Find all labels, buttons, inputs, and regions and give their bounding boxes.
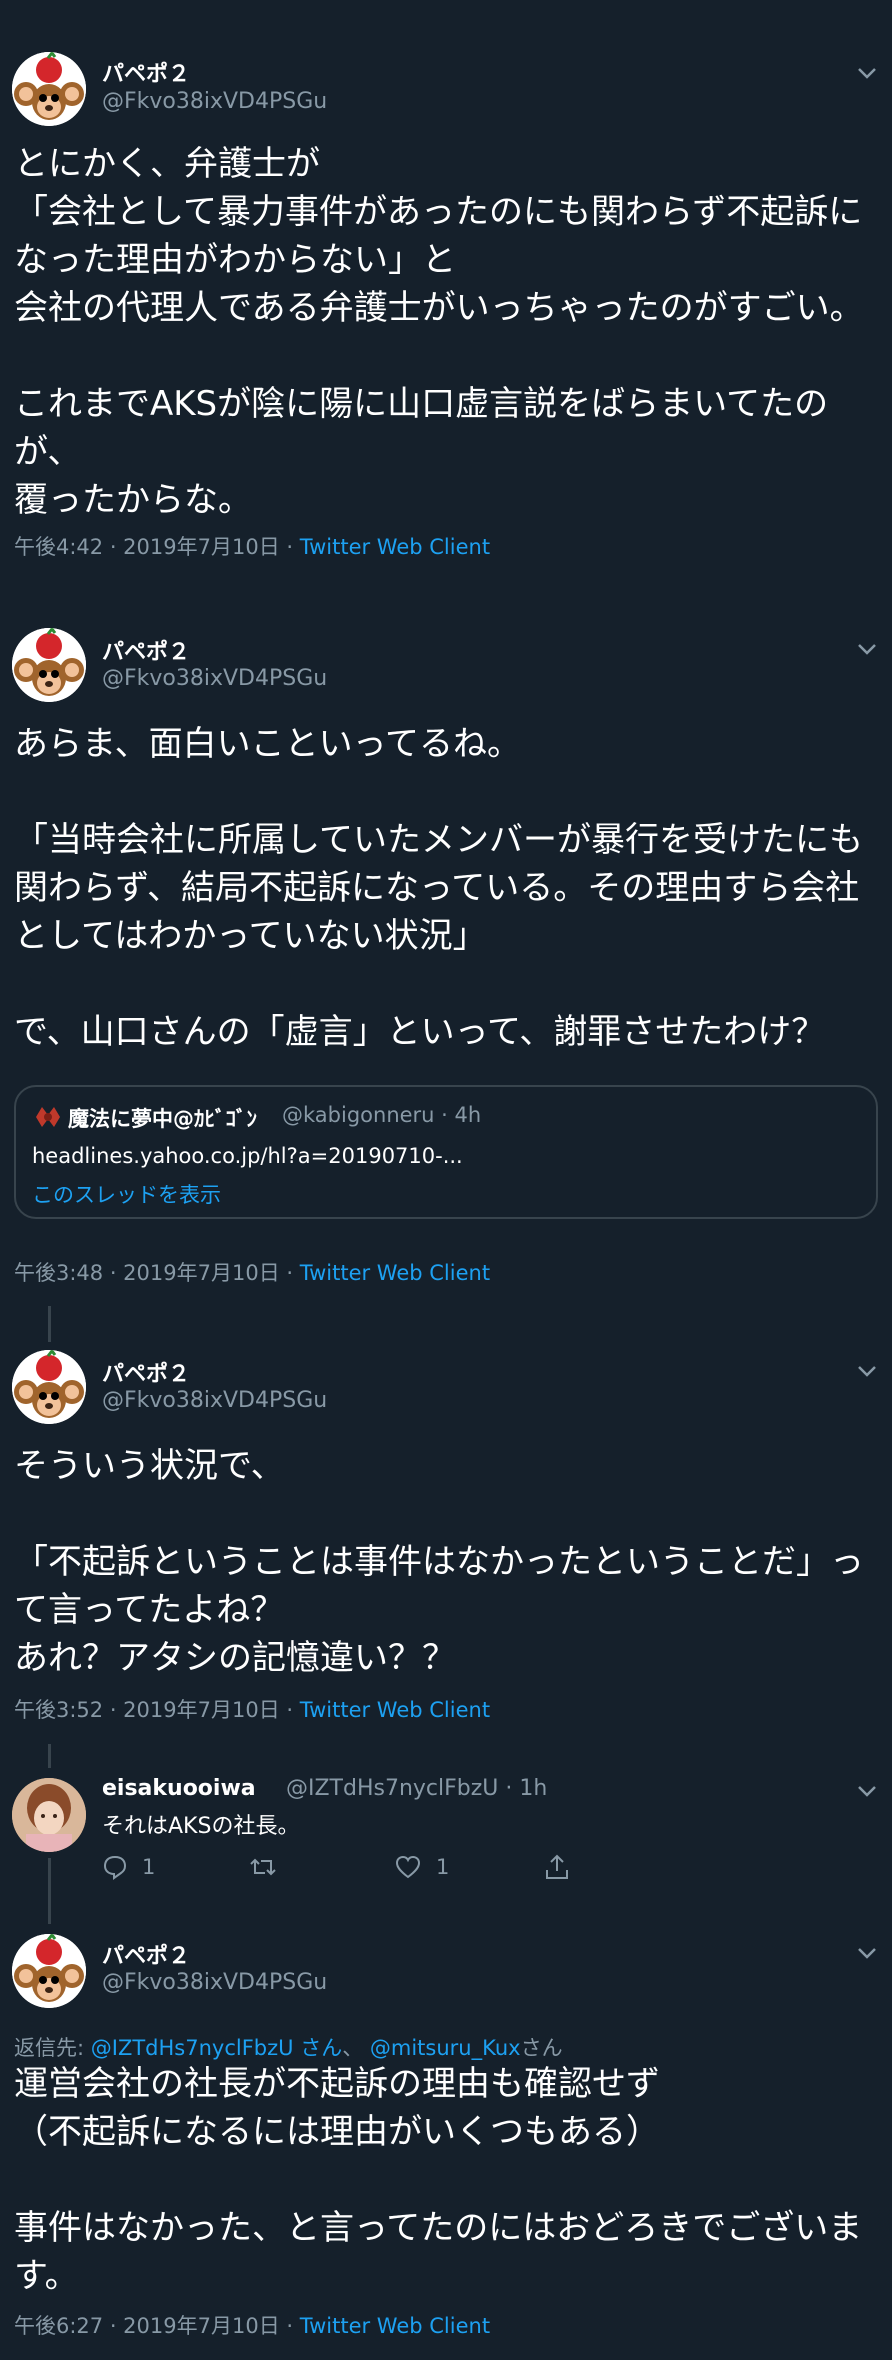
replying-to: 返信先: @IZTdHs7nyclFbzU さん、 @mitsuru_Kuxさん — [14, 2032, 563, 2062]
user-avatar[interactable] — [12, 52, 86, 126]
quoted-user-handle: @kabigonneru · 4h — [282, 1103, 482, 1127]
mention-suffix: さん — [520, 2036, 563, 2060]
chevron-down-icon[interactable] — [856, 642, 878, 656]
reply-action[interactable]: 1 — [102, 1852, 155, 1882]
replying-to-label: 返信先: — [14, 2036, 91, 2060]
quoted-tweet[interactable]: 魔法に夢中@ｶﾋﾞｺﾞﾝ @kabigonneru · 4h headlines… — [14, 1085, 878, 1219]
chevron-down-icon[interactable] — [856, 1364, 878, 1378]
photo-avatar-icon — [12, 1778, 86, 1852]
chevron-down-icon[interactable] — [856, 1784, 878, 1798]
reply-count: 1 — [142, 1855, 156, 1879]
cheburashka-avatar-icon — [12, 52, 86, 126]
cheburashka-avatar-icon — [12, 628, 86, 702]
user-handle[interactable]: @Fkvo38ixVD4PSGu — [102, 89, 327, 114]
retweet-icon — [250, 1858, 276, 1876]
timestamp-text[interactable]: 午後3:48 · 2019年7月10日 · — [14, 1261, 300, 1285]
cheburashka-avatar-icon — [12, 1350, 86, 1424]
thread-connector — [48, 1306, 51, 1342]
source-link[interactable]: Twitter Web Client — [300, 2314, 490, 2338]
tweet-timestamp: 午後6:27 · 2019年7月10日 · Twitter Web Client — [14, 2310, 490, 2340]
user-handle[interactable]: @Fkvo38ixVD4PSGu — [102, 666, 327, 691]
share-action[interactable] — [544, 1852, 584, 1882]
reply-user-handle[interactable]: @IZTdHs7nyclFbzU · 1h — [286, 1776, 547, 1801]
tweet-feed: パペポ２ @Fkvo38ixVD4PSGu とにかく、弁護士が 「会社として暴力… — [0, 0, 892, 2360]
chevron-down-icon[interactable] — [856, 1946, 878, 1960]
timestamp-text[interactable]: 午後6:27 · 2019年7月10日 · — [14, 2314, 300, 2338]
user-avatar[interactable] — [12, 1934, 86, 2008]
tweet-text: とにかく、弁護士が 「会社として暴力事件があったのにも関わらず不起訴に なった理… — [14, 144, 864, 520]
tweet-text: 運営会社の社長が不起訴の理由も確認せず （不起訴になるには理由がいくつもある） … — [14, 2064, 863, 2296]
tweet-timestamp: 午後3:52 · 2019年7月10日 · Twitter Web Client — [14, 1694, 490, 1724]
reply-text: それはAKSの社長。 — [102, 1814, 300, 1839]
reply-user-avatar[interactable] — [12, 1778, 86, 1852]
user-handle[interactable]: @Fkvo38ixVD4PSGu — [102, 1970, 327, 1995]
show-thread-link[interactable]: このスレッドを表示 — [32, 1179, 221, 1209]
tweet-timestamp: 午後3:48 · 2019年7月10日 · Twitter Web Client — [14, 1257, 490, 1287]
timestamp-text[interactable]: 午後3:52 · 2019年7月10日 · — [14, 1698, 300, 1722]
mention-separator: 、 — [342, 2036, 370, 2060]
tweet-text: あらま、面白いこといってるね。 「当時会社に所属していたメンバーが暴行を受けたに… — [14, 724, 863, 1052]
user-avatar[interactable] — [12, 628, 86, 702]
like-action[interactable]: 1 — [394, 1852, 449, 1882]
user-avatar[interactable] — [12, 1350, 86, 1424]
quoted-user-avatar-icon — [36, 1107, 60, 1127]
tweet-timestamp: 午後4:42 · 2019年7月10日 · Twitter Web Client — [14, 531, 490, 561]
display-name[interactable]: パペポ２ — [102, 1938, 190, 1970]
display-name[interactable]: パペポ２ — [102, 634, 190, 666]
source-link[interactable]: Twitter Web Client — [300, 1261, 490, 1285]
share-icon — [546, 1854, 568, 1879]
retweet-action[interactable] — [248, 1852, 292, 1882]
reply-display-name[interactable]: eisakuooiwa — [102, 1776, 256, 1801]
reply-icon — [103, 1855, 127, 1880]
user-handle[interactable]: @Fkvo38ixVD4PSGu — [102, 1388, 327, 1413]
mention-link[interactable]: @IZTdHs7nyclFbzU さん — [91, 2036, 342, 2060]
timestamp-text[interactable]: 午後4:42 · 2019年7月10日 · — [14, 535, 300, 559]
source-link[interactable]: Twitter Web Client — [300, 535, 490, 559]
heart-icon — [395, 1855, 421, 1879]
like-count: 1 — [436, 1855, 450, 1879]
quoted-display-name: 魔法に夢中@ｶﾋﾞｺﾞﾝ — [68, 1107, 257, 1131]
cheburashka-avatar-icon — [12, 1934, 86, 2008]
thread-connector — [48, 1858, 51, 1924]
display-name[interactable]: パペポ２ — [102, 1356, 190, 1388]
quoted-url[interactable]: headlines.yahoo.co.jp/hl?a=20190710-... — [32, 1144, 463, 1168]
chevron-down-icon[interactable] — [856, 66, 878, 80]
thread-connector — [48, 1744, 51, 1768]
mention-link[interactable]: @mitsuru_Kux — [370, 2036, 521, 2060]
source-link[interactable]: Twitter Web Client — [300, 1698, 490, 1722]
display-name[interactable]: パペポ２ — [102, 56, 190, 88]
tweet-text: そういう状況で、 「不起訴ということは事件はなかったということだ」っ て言ってた… — [14, 1446, 864, 1678]
